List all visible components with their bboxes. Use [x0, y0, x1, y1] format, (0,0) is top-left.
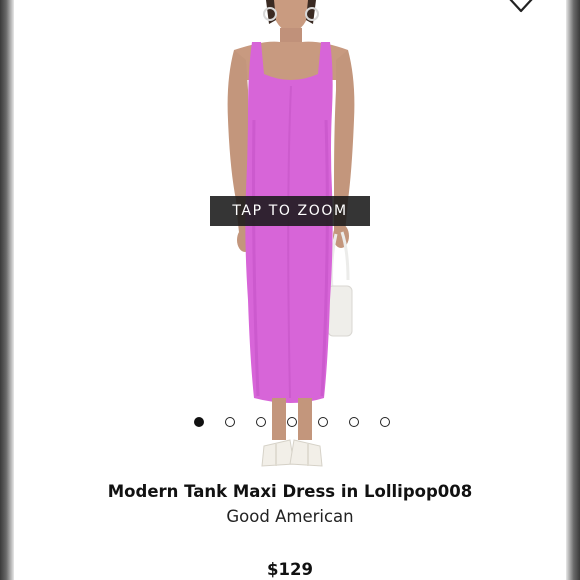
gallery-dot-6[interactable] — [349, 417, 359, 427]
tap-to-zoom-label: TAP TO ZOOM — [232, 203, 348, 219]
gallery-dot-1[interactable] — [194, 417, 204, 427]
device-bezel-left — [0, 0, 14, 580]
product-image-gallery[interactable]: TAP TO ZOOM — [14, 0, 566, 470]
gallery-dot-2[interactable] — [225, 417, 235, 427]
gallery-pagination — [14, 417, 566, 429]
product-price: $129 — [267, 560, 313, 579]
gallery-dot-3[interactable] — [256, 417, 266, 427]
device-bezel-right — [566, 0, 580, 580]
product-screen: TAP TO ZOOM Modern Tank Maxi Dress in Lo… — [14, 0, 566, 580]
product-brand-link[interactable]: Good American — [14, 507, 566, 526]
product-photo — [14, 0, 566, 470]
gallery-dot-5[interactable] — [318, 417, 328, 427]
product-title: Modern Tank Maxi Dress in Lollipop008 — [107, 482, 473, 501]
heart-icon — [509, 0, 533, 13]
wishlist-button[interactable] — [506, 0, 536, 14]
tap-to-zoom-button[interactable]: TAP TO ZOOM — [210, 196, 370, 226]
gallery-dot-4[interactable] — [287, 417, 297, 427]
gallery-dot-7[interactable] — [380, 417, 390, 427]
